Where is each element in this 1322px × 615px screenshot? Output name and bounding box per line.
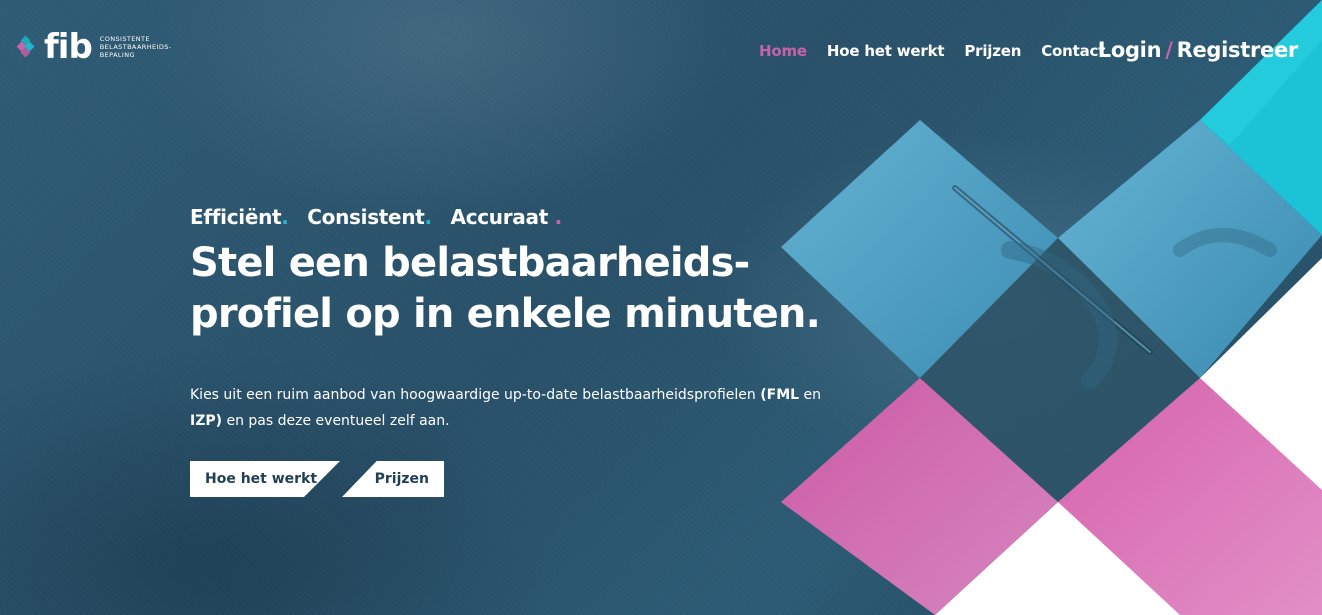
logo-wordmark: fib [44,27,93,67]
auth-separator: / [1165,38,1173,62]
main-nav: Home Hoe het werkt Prijzen Contact [759,42,1105,60]
lead-bold-fml: (FML [760,387,800,403]
tagline-word-text: Accuraat [450,205,549,229]
logo-tagline: CONSISTENTE BELASTBAARHEIDS- BEPALING [100,35,172,59]
lead-text: Kies uit een ruim aanbod van hoogwaardig… [190,387,756,403]
login-link[interactable]: Login [1098,38,1162,62]
nav-item-home[interactable]: Home [759,42,807,60]
tagline-dot: . [281,205,289,229]
lead-text: en [803,387,822,403]
tagline-word: Consistent. [307,205,432,229]
nav-item-contact[interactable]: Contact [1041,42,1105,60]
logo-tagline-line: BELASTBAARHEIDS- [99,43,172,51]
headline-line-2: profiel op in enkele minuten. [190,291,821,337]
tagline-word-text: Consistent [307,205,425,229]
logo[interactable]: fib CONSISTENTE BELASTBAARHEIDS- BEPALIN… [16,27,172,67]
tagline-word: Accuraat . [450,205,563,229]
tagline-dot: . [554,205,563,229]
logo-diamond-icon [16,35,42,59]
logo-tagline-line: CONSISTENTE [99,35,150,43]
tagline-word: Efficiënt. [190,205,289,229]
hero-section: fib CONSISTENTE BELASTBAARHEIDS- BEPALIN… [0,0,1322,615]
hero-headline: Stel een belastbaarheids- profiel op in … [190,238,850,340]
nav-item-prijzen[interactable]: Prijzen [964,42,1021,60]
tagline-dot: . [424,205,433,229]
tagline-word-text: Efficiënt [190,205,282,229]
auth-links: Login / Registreer [1098,38,1299,62]
nav-item-hoe-het-werkt[interactable]: Hoe het werkt [827,42,945,60]
logo-tagline-line: BEPALING [99,51,135,59]
lead-bold-izp: IZP) [190,413,223,429]
headline-line-1: Stel een belastbaarheids- [190,240,750,286]
lead-text: en pas deze eventueel zelf aan. [226,413,450,429]
hero-lead: Kies uit een ruim aanbod van hoogwaardig… [190,382,850,434]
hero-tagline: Efficiënt. Consistent. Accuraat . [190,205,574,229]
register-link[interactable]: Registreer [1177,38,1299,62]
